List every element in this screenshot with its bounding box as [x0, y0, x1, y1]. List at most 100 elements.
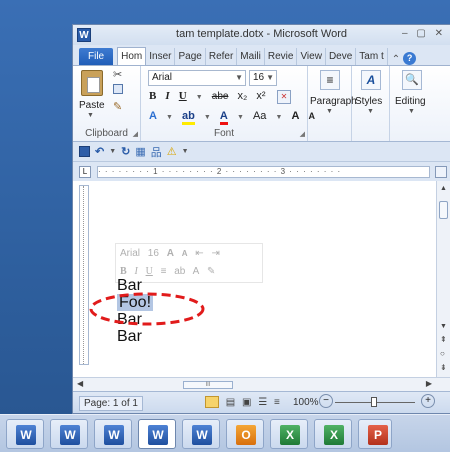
zoom-level[interactable]: 100% — [293, 397, 319, 408]
taskbar-word-3[interactable]: W — [94, 419, 132, 449]
tab-insert[interactable]: Inser — [146, 48, 176, 65]
copy-icon[interactable] — [113, 84, 123, 94]
mini-bold[interactable]: B — [120, 266, 127, 277]
tab-page-layout[interactable]: Page — [175, 48, 206, 65]
view-ruler-icon[interactable] — [435, 166, 447, 178]
chevron-down-icon[interactable]: ▼ — [275, 114, 282, 121]
mini-font-name[interactable]: Arial — [120, 248, 140, 259]
tab-references[interactable]: Refer — [206, 48, 238, 65]
underline-button[interactable]: U — [179, 90, 187, 102]
taskbar-excel-2[interactable]: X — [314, 419, 352, 449]
scroll-up-icon[interactable]: ▲ — [440, 185, 447, 192]
customize-qat-icon[interactable]: ▼ — [182, 148, 189, 155]
tab-selector-icon[interactable]: L — [79, 166, 91, 178]
scroll-down-icon[interactable]: ▼ — [440, 323, 447, 330]
taskbar-powerpoint[interactable]: P — [358, 419, 392, 449]
clipboard-launcher-icon[interactable]: ◢ — [133, 130, 138, 138]
cut-icon[interactable]: ✂ — [113, 68, 122, 81]
tab-home[interactable]: Hom — [117, 47, 147, 65]
paste-button-label[interactable]: Paste — [79, 100, 105, 111]
zoom-slider-thumb[interactable] — [371, 397, 377, 407]
zoom-out-icon[interactable]: − — [319, 394, 333, 408]
font-name-box[interactable]: Arial ▼ — [148, 70, 246, 86]
undo-dropdown-icon[interactable]: ▼ — [109, 148, 116, 155]
page-count[interactable]: Page: 1 of 1 — [79, 396, 143, 411]
browse-object-icon[interactable]: ○ — [440, 349, 445, 358]
taskbar-word-4-active[interactable]: W — [138, 419, 176, 449]
strikethrough-button[interactable]: abe — [212, 91, 229, 102]
tab-developer[interactable]: Deve — [326, 48, 357, 65]
mini-font-size[interactable]: 16 — [148, 248, 159, 259]
tab-file[interactable]: File — [79, 48, 114, 65]
font-size-box[interactable]: 16 ▼ — [249, 70, 277, 86]
format-painter-icon[interactable]: ✎ — [113, 100, 122, 113]
find-icon[interactable]: 🔍 — [402, 70, 422, 90]
undo-icon[interactable]: ↶ — [95, 145, 104, 158]
taskbar-outlook[interactable]: O — [226, 419, 264, 449]
scroll-thumb[interactable] — [439, 201, 448, 219]
bold-button[interactable]: B — [149, 90, 156, 102]
chevron-down-icon[interactable]: ▼ — [326, 108, 333, 115]
mini-center-icon[interactable]: ≡ — [161, 266, 167, 277]
mini-italic[interactable]: I — [134, 266, 137, 277]
scroll-left-icon[interactable]: ◀ — [77, 379, 83, 388]
scroll-right-icon[interactable]: ▶ — [426, 379, 432, 388]
tab-tam-template[interactable]: Tam t — [356, 48, 388, 65]
next-page-icon[interactable]: ⇟ — [440, 363, 447, 372]
taskbar-word-5[interactable]: W — [182, 419, 220, 449]
decrease-indent-icon[interactable]: ⇤ — [195, 248, 203, 259]
taskbar-excel-1[interactable]: X — [270, 419, 308, 449]
tab-mailings[interactable]: Maili — [237, 48, 265, 65]
mini-shrink-font[interactable]: A — [182, 249, 188, 258]
warning-icon[interactable]: ⚠ — [167, 145, 177, 158]
chevron-down-icon[interactable]: ▼ — [367, 108, 374, 115]
web-layout-view-icon[interactable]: ▣ — [242, 397, 251, 408]
horizontal-scrollbar[interactable]: ◀ III ▶ — [73, 377, 450, 391]
mini-highlight-icon[interactable]: ab — [174, 266, 185, 277]
table-icon[interactable]: ▦ — [135, 145, 145, 158]
paragraph-icon[interactable]: ≡ — [320, 70, 340, 90]
taskbar-word-1[interactable]: W — [6, 419, 44, 449]
increase-indent-icon[interactable]: ⇥ — [211, 248, 219, 259]
outline-view-icon[interactable]: ☰ — [258, 397, 267, 408]
full-screen-view-icon[interactable]: ▤ — [226, 397, 235, 408]
tab-view[interactable]: View — [297, 48, 326, 65]
chevron-down-icon[interactable]: ▼ — [204, 114, 211, 121]
taskbar-word-2[interactable]: W — [50, 419, 88, 449]
paste-dropdown-icon[interactable]: ▼ — [87, 112, 94, 119]
chevron-down-icon[interactable]: ▼ — [166, 114, 173, 121]
draft-view-icon[interactable]: ≡ — [274, 397, 280, 408]
paragraph-button-label[interactable]: Paragraph — [310, 96, 357, 107]
mini-underline[interactable]: U — [146, 266, 153, 277]
ruler-bar[interactable]: · · · · · · · · 1 · · · · · · · · 2 · · … — [97, 166, 430, 178]
organization-chart-icon[interactable]: 品 — [151, 144, 162, 160]
window-controls[interactable]: – ▢ ✕ — [402, 28, 446, 39]
italic-button[interactable]: I — [165, 90, 169, 102]
chevron-down-icon[interactable]: ▼ — [266, 71, 274, 85]
tab-review[interactable]: Revie — [265, 48, 298, 65]
underline-dropdown-icon[interactable]: ▼ — [196, 94, 203, 101]
styles-icon[interactable]: A — [361, 70, 381, 90]
redo-icon[interactable]: ↻ — [121, 145, 130, 158]
previous-page-icon[interactable]: ⇞ — [440, 335, 447, 344]
highlight-color-icon[interactable]: ab — [182, 110, 195, 125]
grow-font-button[interactable]: A — [291, 110, 299, 122]
chevron-down-icon[interactable]: ▼ — [408, 108, 415, 115]
doc-line[interactable]: Bar — [117, 328, 153, 345]
mini-grow-font[interactable]: A — [167, 248, 174, 259]
chevron-down-icon[interactable]: ▼ — [235, 71, 243, 85]
horizontal-scroll-thumb[interactable]: III — [183, 381, 233, 389]
mini-font-color-icon[interactable]: A — [193, 266, 200, 277]
text-effects-icon[interactable]: A — [149, 110, 157, 122]
paste-icon[interactable] — [81, 70, 103, 96]
styles-button-label[interactable]: Styles — [355, 96, 382, 107]
subscript-button[interactable]: x₂ — [238, 90, 248, 102]
clear-formatting-icon[interactable]: ✕ — [277, 90, 291, 104]
superscript-button[interactable]: x² — [256, 90, 265, 102]
mini-format-painter-icon[interactable]: ✎ — [207, 266, 215, 277]
chevron-down-icon[interactable]: ▼ — [237, 114, 244, 121]
vertical-scrollbar[interactable]: ▲ ▼ ⇞ ○ ⇟ — [436, 181, 450, 377]
font-color-icon[interactable]: A — [219, 110, 228, 125]
help-icon[interactable]: ? — [403, 52, 417, 65]
save-icon[interactable] — [79, 146, 90, 157]
